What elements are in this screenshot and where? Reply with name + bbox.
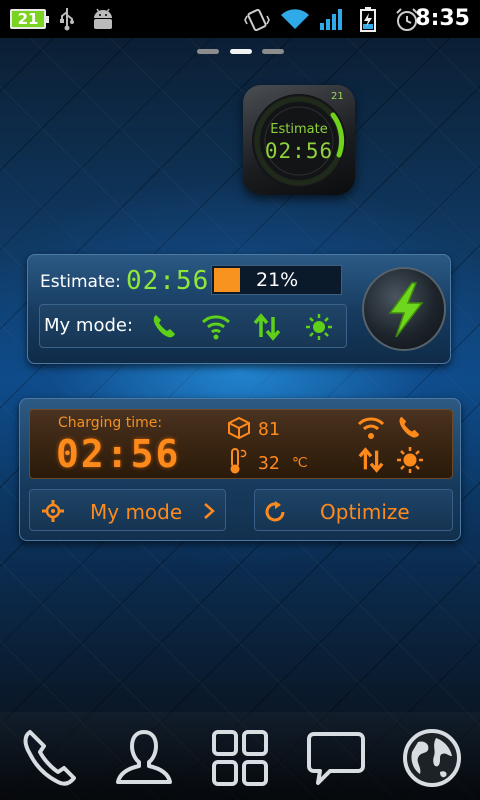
- estimate-time: 02:56: [126, 266, 210, 296]
- phone-icon[interactable]: [150, 312, 178, 344]
- phone-icon: [396, 414, 422, 444]
- app-dock: [0, 712, 480, 800]
- optimize-button[interactable]: Optimize: [254, 489, 453, 531]
- brightness-icon: [395, 445, 425, 479]
- temperature-unit: ℃: [292, 455, 308, 471]
- data-sync-icon[interactable]: [252, 312, 282, 346]
- optimize-button-label: Optimize: [320, 500, 410, 524]
- battery-value: 81: [258, 419, 280, 440]
- brightness-icon[interactable]: [304, 312, 334, 346]
- dock-messaging-button[interactable]: [304, 726, 368, 790]
- page-dot[interactable]: [262, 49, 284, 54]
- usb-icon: [57, 7, 77, 35]
- dock-phone-button[interactable]: [16, 726, 80, 790]
- app-drawer-icon: [212, 730, 268, 786]
- battery-charging-icon: [358, 7, 378, 37]
- charging-time: 02:56: [56, 432, 181, 476]
- battery-box-icon: [227, 416, 251, 444]
- charging-widget[interactable]: Charging time: 02:56 81 32 ℃ My mode Opt…: [19, 398, 461, 541]
- gear-icon: [41, 499, 65, 527]
- page-dot-active[interactable]: [230, 49, 252, 54]
- page-dot[interactable]: [197, 49, 219, 54]
- battery-clock-widget[interactable]: 21 Estimate 02:56: [243, 85, 355, 195]
- signal-icon: [319, 7, 345, 35]
- lightning-bolt-icon: [388, 282, 424, 338]
- charging-display: Charging time: 02:56 81 32 ℃: [29, 409, 453, 479]
- battery-level-icon: 21: [10, 9, 49, 29]
- phone-icon: [23, 730, 76, 786]
- charging-time-label: Charging time:: [58, 415, 163, 431]
- battery-percent-label: 21%: [256, 269, 299, 291]
- power-save-button[interactable]: [362, 267, 446, 351]
- page-indicator[interactable]: [195, 49, 287, 57]
- my-mode-bar[interactable]: My mode:: [39, 304, 347, 348]
- battery-percent-bar: 21%: [211, 265, 342, 295]
- my-mode-label: My mode:: [44, 315, 134, 336]
- dock-app-drawer-button[interactable]: [208, 726, 272, 790]
- temperature-value: 32: [258, 453, 280, 474]
- data-sync-icon: [357, 446, 385, 478]
- my-mode-button[interactable]: My mode: [29, 489, 226, 531]
- vibrate-icon: [244, 7, 270, 37]
- status-bar[interactable]: 21 8:35: [0, 0, 480, 38]
- wifi-icon: [356, 414, 386, 446]
- browser-globe-icon: [403, 729, 461, 787]
- messaging-icon: [307, 732, 365, 785]
- clock-estimate-time: 02:56: [264, 139, 334, 163]
- thermometer-icon: [227, 447, 247, 479]
- wifi-icon[interactable]: [200, 312, 232, 346]
- status-time: 8:35: [415, 6, 470, 31]
- dock-contacts-button[interactable]: [112, 726, 176, 790]
- clock-estimate-label: Estimate: [270, 122, 328, 137]
- battery-percent-fill: [214, 268, 240, 292]
- clock-dial-number: 21: [331, 91, 344, 102]
- wifi-icon: [280, 7, 310, 35]
- android-debug-icon: [90, 7, 116, 35]
- refresh-icon: [262, 499, 288, 529]
- estimate-widget[interactable]: Estimate: 02:56 21% My mode:: [27, 254, 451, 364]
- contacts-icon: [116, 730, 172, 784]
- dock-browser-button[interactable]: [400, 726, 464, 790]
- chevron-right-icon: [202, 502, 216, 524]
- estimate-label: Estimate:: [40, 272, 121, 292]
- my-mode-button-label: My mode: [90, 500, 183, 524]
